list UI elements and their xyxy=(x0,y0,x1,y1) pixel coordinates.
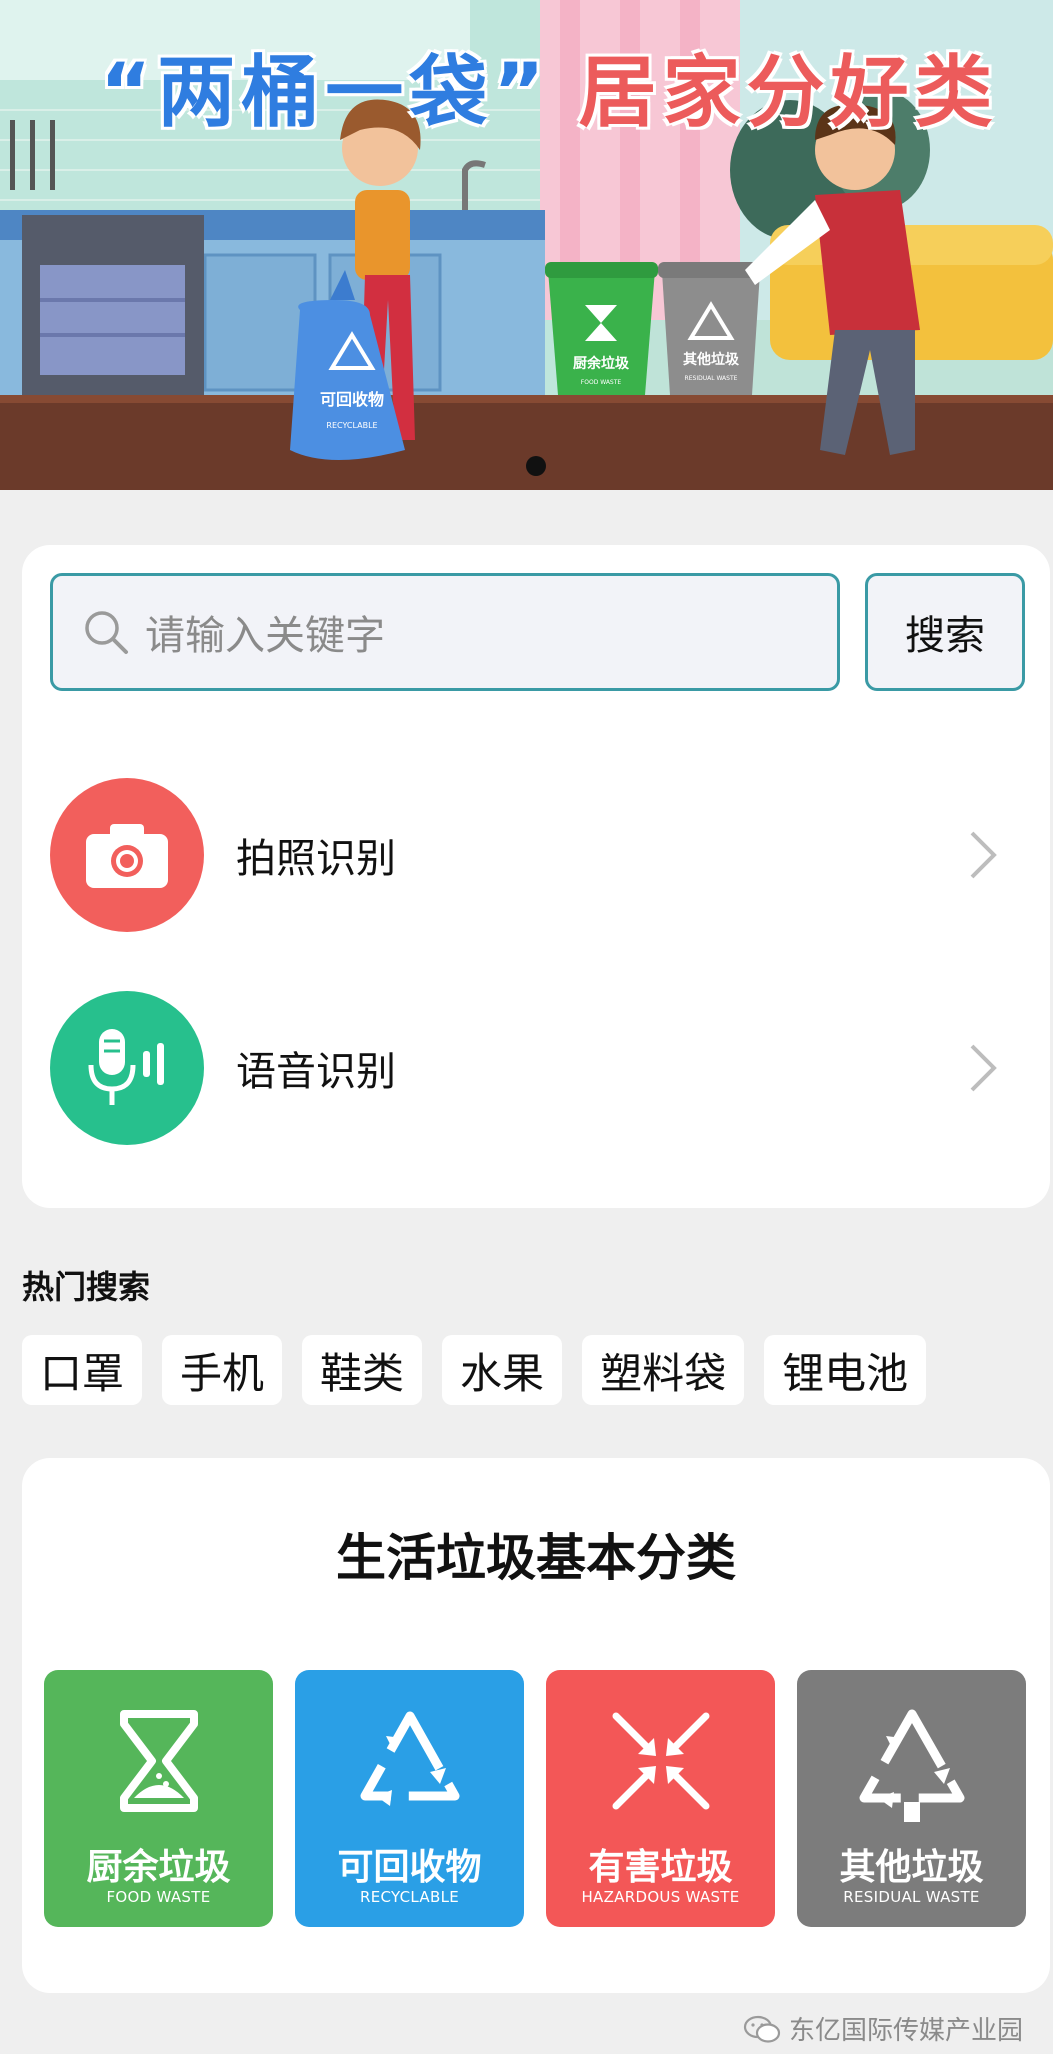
banner-title: “两桶一袋” 居家分好类 xyxy=(100,30,999,142)
footer-watermark: 东亿国际传媒产业园 xyxy=(743,2010,1023,2047)
voice-recognition-item[interactable]: 语音识别 xyxy=(50,988,1010,1148)
bag-label: 可回收物 xyxy=(320,390,384,409)
photo-recognition-label: 拍照识别 xyxy=(236,836,396,882)
banner-carousel[interactable]: 可回收物 RECYCLABLE 厨余垃圾 FOOD WASTE 其他垃圾 RES… xyxy=(0,0,1053,490)
camera-icon-circle xyxy=(50,778,204,932)
carousel-indicator-dot[interactable] xyxy=(526,456,546,476)
search-button[interactable]: 搜索 xyxy=(865,573,1025,691)
search-icon xyxy=(85,611,128,654)
hourglass-icon xyxy=(119,1710,198,1812)
category-label-en: RESIDUAL WASTE xyxy=(843,1888,980,1906)
green-bin-label-en: FOOD WASTE xyxy=(581,379,622,386)
hot-search-title: 热门搜索 xyxy=(22,1268,151,1306)
category-label: 可回收物 xyxy=(337,1847,482,1888)
chevron-right-icon xyxy=(970,1044,997,1092)
categories-card: 生活垃圾基本分类 厨余垃圾 FOOD WASTE 可回收物 RECYCLABLE xyxy=(22,1458,1050,1993)
category-label-en: RECYCLABLE xyxy=(359,1888,459,1906)
hazard-arrows-icon xyxy=(612,1712,709,1810)
category-label-en: FOOD WASTE xyxy=(106,1888,211,1906)
category-label: 有害垃圾 xyxy=(588,1847,733,1888)
hot-search-tags: 口罩 手机 鞋类 水果 塑料袋 锂电池 xyxy=(22,1335,927,1405)
categories-title: 生活垃圾基本分类 xyxy=(336,1529,736,1587)
category-label: 其他垃圾 xyxy=(839,1847,984,1888)
chevron-right-icon xyxy=(970,831,997,879)
search-input[interactable]: 请输入关键字 xyxy=(50,573,840,691)
gray-bin-label: 其他垃圾 xyxy=(683,351,740,368)
green-bin-label: 厨余垃圾 xyxy=(573,355,630,372)
bag-label-en: RECYCLABLE xyxy=(326,421,377,430)
hot-tag[interactable]: 水果 xyxy=(442,1335,563,1405)
search-placeholder: 请输入关键字 xyxy=(145,613,385,659)
hot-tag[interactable]: 口罩 xyxy=(22,1335,143,1405)
recycle-icon xyxy=(360,1711,459,1806)
watermark-text: 东亿国际传媒产业园 xyxy=(788,2016,1023,2046)
hot-tag[interactable]: 鞋类 xyxy=(302,1335,423,1405)
search-card: 请输入关键字 搜索 拍照识别 语音识别 xyxy=(22,545,1050,1208)
category-residual[interactable]: 其他垃圾 RESIDUAL WASTE xyxy=(797,1670,1026,1927)
category-label: 厨余垃圾 xyxy=(86,1847,231,1888)
microphone-icon-circle xyxy=(50,991,204,1145)
voice-recognition-label: 语音识别 xyxy=(236,1049,396,1095)
category-recyclable[interactable]: 可回收物 RECYCLABLE xyxy=(295,1670,524,1927)
hot-tag[interactable]: 锂电池 xyxy=(764,1335,927,1405)
recycle-icon xyxy=(859,1709,964,1822)
category-label-en: HAZARDOUS WASTE xyxy=(581,1888,740,1906)
photo-recognition-item[interactable]: 拍照识别 xyxy=(50,775,1010,935)
wechat-icon xyxy=(743,2015,781,2043)
banner-title-quoted: “两桶一袋” xyxy=(100,48,551,138)
banner-title-rest: 居家分好类 xyxy=(578,48,999,138)
hot-tag[interactable]: 塑料袋 xyxy=(582,1335,745,1405)
category-food-waste[interactable]: 厨余垃圾 FOOD WASTE xyxy=(44,1670,273,1927)
gray-bin-label-en: RESIDUAL WASTE xyxy=(685,375,738,382)
camera-icon xyxy=(86,824,168,888)
hot-tag[interactable]: 手机 xyxy=(162,1335,283,1405)
microphone-icon xyxy=(88,1029,164,1105)
category-hazardous[interactable]: 有害垃圾 HAZARDOUS WASTE xyxy=(546,1670,775,1927)
